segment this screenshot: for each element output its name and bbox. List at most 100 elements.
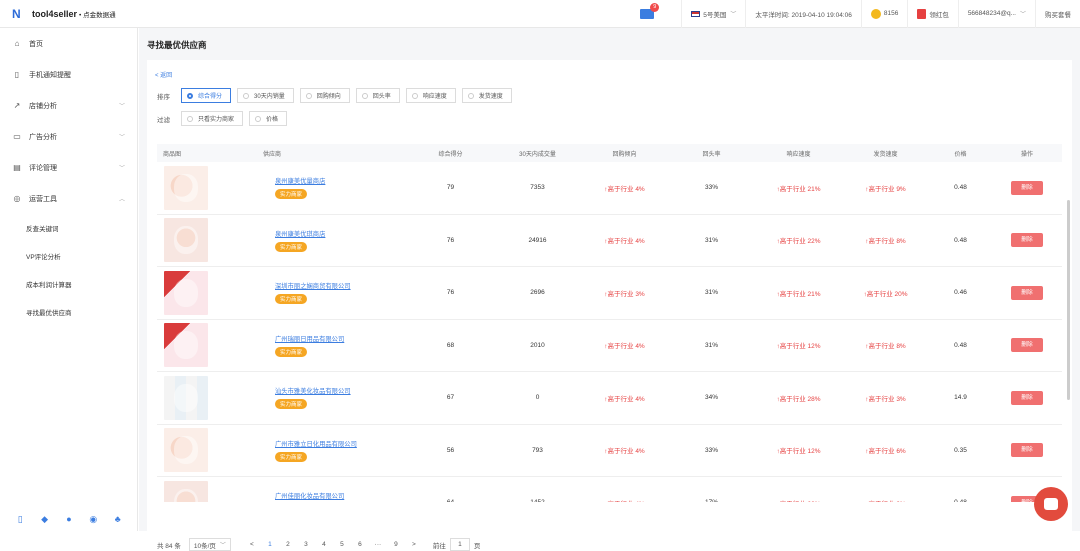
delete-button[interactable]: 删除 (1011, 285, 1043, 300)
vendor-link[interactable]: 泉州康美优量商店 (275, 176, 325, 185)
wechat-icon[interactable]: ◉ (88, 514, 98, 524)
option-label: 响应速度 (422, 94, 447, 100)
filter-option-verified[interactable]: 只看实力商家 (181, 111, 244, 126)
vendor-link[interactable]: 广州瑞丽日用品有限公司 (275, 334, 344, 343)
column-header: 30天内成交量 (519, 151, 556, 158)
product-thumbnail[interactable] (164, 270, 208, 315)
product-thumbnail[interactable] (164, 218, 208, 263)
sidebar-subitem-find-supplier[interactable]: 寻找最优供应商 (0, 298, 137, 326)
sidebar-subitem-reverse-keyword[interactable]: 反查关键词 (0, 214, 137, 242)
sidebar-item-ad-analysis[interactable]: ▭ 广告分析 ﹀ (0, 121, 137, 152)
sidebar-subitem-vp-review[interactable]: VP评论分析 (0, 242, 137, 270)
account-menu[interactable]: 566848234@q... ﹀ (957, 0, 1035, 28)
product-image-cell (157, 375, 257, 420)
sidebar-item-label: 广告分析 (29, 133, 57, 141)
product-thumbnail[interactable] (164, 428, 208, 473)
response-cell: ↑高于行业 12% (776, 448, 821, 456)
marketplace-label: 5号美国 (703, 11, 727, 19)
page-button[interactable]: 1 (261, 541, 279, 548)
red-packet-button[interactable]: 领红包 (907, 0, 958, 28)
sort-option-score[interactable]: 综合得分 (181, 88, 232, 103)
return-rate-cell: 31% (704, 236, 718, 244)
option-label: 发货速度 (478, 94, 503, 100)
return-rate-cell: 31% (704, 341, 718, 349)
back-link[interactable]: < 返回 (155, 70, 172, 79)
home-icon: ⌂ (14, 39, 20, 48)
user-icon[interactable]: ● (64, 514, 74, 524)
delete-button[interactable]: 删除 (1011, 180, 1043, 195)
sidebar-item-reviews[interactable]: ▤ 评论管理 ﹀ (0, 152, 137, 183)
page-button[interactable]: 5 (333, 541, 351, 548)
sort-option-response[interactable]: 响应速度 (405, 88, 456, 103)
buy-plan-button[interactable]: 购买套餐 (1035, 0, 1080, 28)
page-button[interactable]: 3 (297, 541, 315, 548)
chat-button[interactable] (1034, 487, 1068, 521)
mail-icon: 9 (640, 2, 660, 19)
marketplace-select[interactable]: 5号美国 ﹀ (681, 0, 745, 28)
per-page-value: 10条/页 (193, 542, 216, 550)
sidebar-item-home[interactable]: ⌂ 首页 (0, 28, 137, 59)
sidebar-item-phone-alerts[interactable]: ▯ 手机通知提醒 (0, 59, 137, 90)
qq-icon[interactable]: ◆ (40, 514, 50, 524)
verified-tag: 实力商家 (275, 189, 308, 200)
radio-icon (187, 93, 193, 99)
column-header: 商品图 (163, 151, 182, 158)
page-button[interactable]: 2 (279, 541, 297, 548)
repurchase-cell: ↑高于行业 4% (604, 238, 645, 246)
chevron-down-icon: ﹀ (118, 166, 125, 172)
mail-button[interactable]: 9 (631, 0, 681, 28)
table-row: 深圳市丽之娴商贸有限公司 实力商家 76 2696 ↑高于行业 3% 31% ↑高于行业 2… (157, 267, 1062, 320)
vendor-link[interactable]: 深圳市丽之娴商贸有限公司 (275, 281, 351, 290)
sort-option-return-rate[interactable]: 回头率 (355, 88, 400, 103)
page-button[interactable]: 9 (387, 541, 405, 548)
chevron-down-icon: ﹀ (1019, 12, 1026, 18)
sidebar-subitem-profit-calc[interactable]: 成本利润计算器 (0, 270, 137, 298)
sort-option-shipping[interactable]: 发货速度 (461, 88, 512, 103)
group-icon[interactable]: ♣ (113, 514, 123, 524)
sidebar-item-store-analysis[interactable]: ↗ 店铺分析 ﹀ (0, 90, 137, 121)
per-page-select[interactable]: 10条/页 ﹀ (188, 538, 231, 551)
vendor-link[interactable]: 泉州康美优琪商店 (275, 229, 325, 238)
shipping-cell: ↑高于行业 3% (865, 395, 906, 403)
page-button[interactable]: 6 (351, 541, 369, 548)
radio-icon (411, 93, 418, 99)
vendor-link[interactable]: 广州佳丽化妆品有限公司 (275, 491, 344, 500)
table-scrollbar[interactable] (1067, 200, 1070, 400)
option-label: 30天内销量 (254, 94, 285, 100)
product-thumbnail[interactable] (164, 165, 208, 210)
filter-option-price[interactable]: 价格 (249, 111, 288, 126)
sidebar-item-ops-tools[interactable]: ◎ 运营工具 ︿ (0, 183, 137, 214)
product-thumbnail[interactable] (164, 323, 208, 368)
vendor-link[interactable]: 广州市雅立日化用品有限公司 (275, 439, 357, 448)
red-packet-icon (917, 8, 927, 19)
mail-badge: 9 (650, 2, 660, 12)
table-row: 广州瑞丽日用品有限公司 实力商家 68 2010 ↑高于行业 4% 31% ↑高于行业 12… (157, 320, 1062, 372)
vendor-link[interactable]: 汕头市雅美化妆品有限公司 (275, 386, 351, 395)
page-ellipsis[interactable]: ··· (369, 541, 387, 548)
delete-button[interactable]: 删除 (1011, 338, 1043, 353)
goto-page-input[interactable]: 1 (449, 538, 470, 551)
goto-label: 前往 (432, 542, 446, 550)
column-header: 发货速度 (873, 151, 898, 158)
sort-option-repurchase[interactable]: 回购倾向 (299, 88, 350, 103)
shipping-cell: ↑高于行业 9% (842, 498, 929, 502)
verified-tag: 实力商家 (275, 241, 308, 252)
delete-button[interactable]: 删除 (1011, 233, 1043, 248)
phone-icon[interactable]: ▯ (15, 514, 25, 524)
column-header: 供应商 (263, 151, 282, 158)
delete-button[interactable]: 删除 (1011, 390, 1043, 405)
sort-option-sales[interactable]: 30天内销量 (237, 88, 294, 103)
response-cell: ↑高于行业 22% (776, 238, 821, 246)
page-button[interactable]: 4 (315, 541, 333, 548)
coins-value: 8156 (883, 10, 899, 17)
product-thumbnail[interactable] (164, 480, 208, 502)
sort-row: 排序 综合得分 30天内销量 回购倾向 回头率 响应速度 发货速度 (157, 88, 518, 103)
coins[interactable]: 8156 (860, 0, 907, 28)
next-page-button[interactable]: > (405, 541, 423, 548)
delete-button[interactable]: 删除 (1011, 443, 1043, 458)
product-thumbnail[interactable] (164, 375, 208, 420)
logo[interactable]: N tool4seller • 点金数据通 (0, 8, 140, 20)
prev-page-button[interactable]: < (243, 541, 261, 548)
table-row: 汕头市雅美化妆品有限公司 实力商家 67 0 ↑高于行业 4% 34% ↑高于行业 28% ↑… (157, 372, 1062, 425)
shipping-cell: ↑高于行业 9% (865, 185, 906, 193)
